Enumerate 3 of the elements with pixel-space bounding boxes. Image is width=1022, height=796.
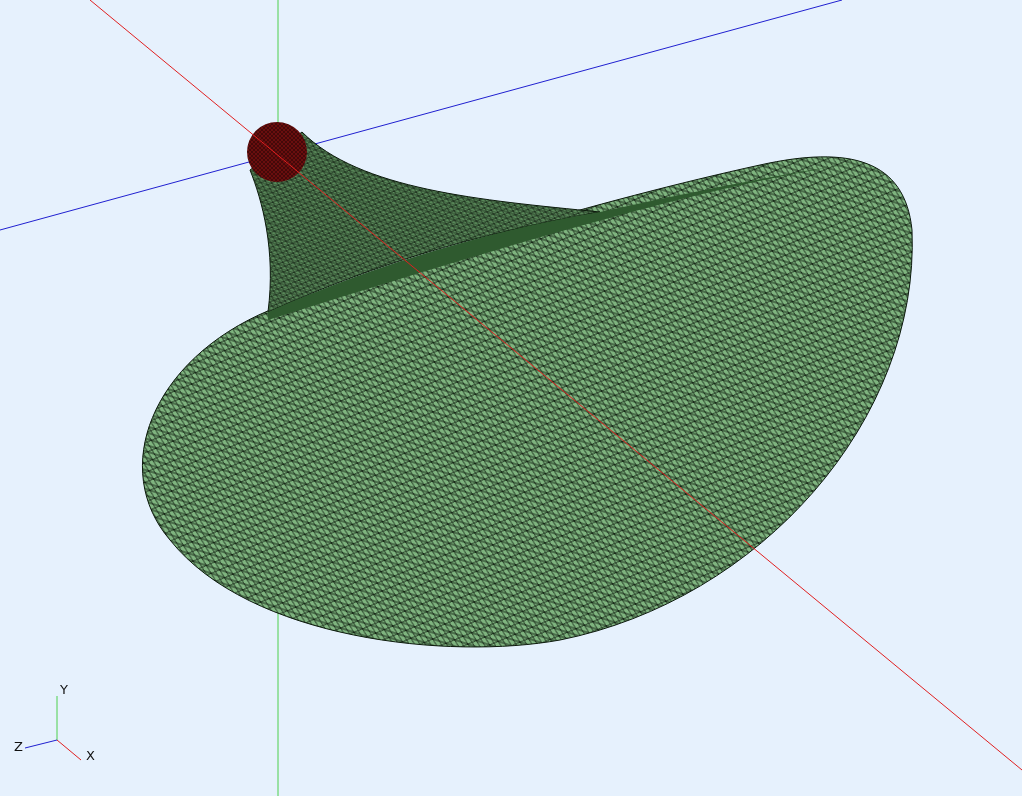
axis-label: Z bbox=[14, 739, 23, 754]
axis-label: Y bbox=[60, 682, 68, 697]
axis-label: X bbox=[86, 748, 95, 763]
